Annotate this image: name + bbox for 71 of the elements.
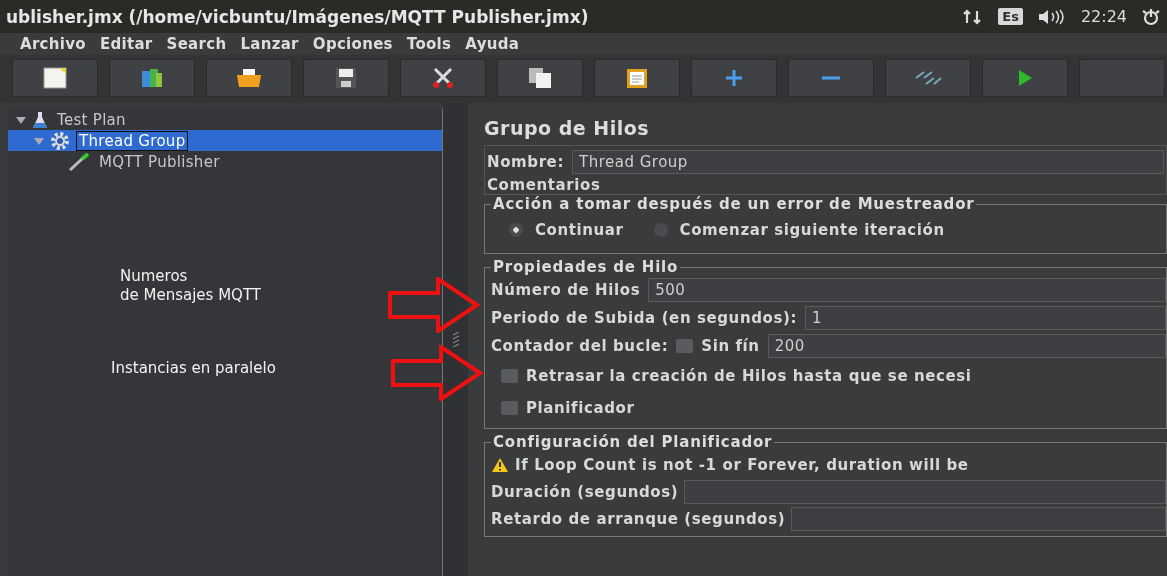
books-icon [140, 67, 164, 89]
toolbar-button[interactable] [303, 59, 389, 97]
toolbar-button[interactable] [594, 59, 680, 97]
toolbar-button[interactable] [109, 59, 195, 97]
startup-delay-field[interactable] [791, 506, 1166, 531]
checkbox[interactable] [501, 369, 518, 383]
folder-icon [236, 67, 262, 89]
rampup-field[interactable]: 1 [805, 306, 1166, 330]
pipette-icon [68, 152, 90, 171]
keyboard-layout-indicator[interactable]: Es [998, 8, 1023, 25]
annotation-text: Numeros de Mensajes MQTT [120, 267, 261, 305]
menu-item[interactable]: Tools [406, 35, 452, 53]
tree-row[interactable]: MQTT Publisher [8, 151, 442, 172]
menu-item[interactable]: Lanzar [240, 35, 299, 53]
toolbar-button[interactable] [982, 59, 1068, 97]
menu-item[interactable]: Search [166, 35, 227, 53]
clock[interactable]: 22:24 [1080, 7, 1127, 26]
warning-text: If Loop Count is not -1 or Forever, duration will be [515, 455, 969, 474]
annotation-text: Instancias en paralelo [111, 359, 276, 378]
field-label: Nombre: [487, 153, 564, 171]
tree-label: MQTT Publisher [98, 151, 221, 172]
warning-icon [491, 456, 509, 473]
toolbar-button[interactable] [400, 59, 486, 97]
clipboard-icon [626, 67, 648, 89]
group-title: Acción a tomar después de un error de Muestreador [492, 195, 976, 213]
volume-icon[interactable] [1036, 8, 1067, 25]
toolbar-button[interactable] [497, 59, 583, 97]
tree-row[interactable]: Test Plan [8, 109, 442, 130]
radio-label: Comenzar siguiente iteración [679, 221, 945, 239]
flask-icon [32, 110, 48, 129]
window-title: ublisher.jmx (/home/vicbuntu/Imágenes/MQTT Publisher.jmx) [6, 6, 589, 27]
loop-count-field[interactable]: 200 [767, 334, 1166, 358]
menu-item[interactable]: Editar [99, 35, 153, 53]
splitter-grip-icon[interactable] [452, 331, 459, 348]
field-label: Duración (segundos) [491, 482, 679, 501]
tree-label: Test Plan [56, 109, 127, 130]
toggle-icon [914, 69, 942, 87]
tree-label: Thread Group [76, 130, 189, 151]
expander-icon[interactable] [16, 114, 26, 125]
threads-field[interactable]: 500 [648, 278, 1166, 302]
group-title: Propiedades de Hilo [492, 258, 680, 276]
document-icon [43, 67, 67, 89]
copy-icon [528, 67, 552, 89]
checkbox-label: Planificador [526, 399, 635, 417]
name-field[interactable]: Thread Group [572, 150, 1164, 174]
group-title: Configuración del Planificador [492, 433, 774, 451]
toolbar-button[interactable] [12, 59, 98, 97]
field-label: Número de Hilos [491, 281, 641, 299]
panel-title: Grupo de Hilos [484, 117, 651, 139]
plus-icon [724, 68, 744, 88]
menu-item[interactable]: Archivo [20, 35, 86, 53]
minus-icon [821, 75, 841, 81]
scissors-icon [431, 67, 455, 89]
gear-icon [50, 130, 70, 151]
power-icon[interactable] [1141, 6, 1161, 27]
field-label: Retardo de arranque (segundos) [491, 509, 786, 528]
field-label: Periodo de Subida (en segundos): [491, 309, 797, 327]
menu-item[interactable]: Ayuda [465, 35, 520, 53]
radio-button[interactable] [509, 223, 523, 237]
tree-row[interactable]: Thread Group [8, 130, 442, 151]
checkbox-label: Retrasar la creación de Hilos hasta que se necesi [526, 367, 972, 385]
checkbox[interactable] [501, 401, 518, 415]
duration-field[interactable] [684, 479, 1166, 504]
field-label: Contador del bucle: [491, 337, 669, 355]
play-icon [1017, 69, 1033, 87]
checkbox-label: Sin fín [701, 337, 760, 355]
field-label: Comentarios [487, 176, 602, 194]
menu-item[interactable]: Opciones [312, 35, 393, 53]
toolbar-button[interactable] [206, 59, 292, 97]
radio-label: Continuar [535, 221, 624, 239]
checkbox[interactable] [676, 339, 694, 353]
